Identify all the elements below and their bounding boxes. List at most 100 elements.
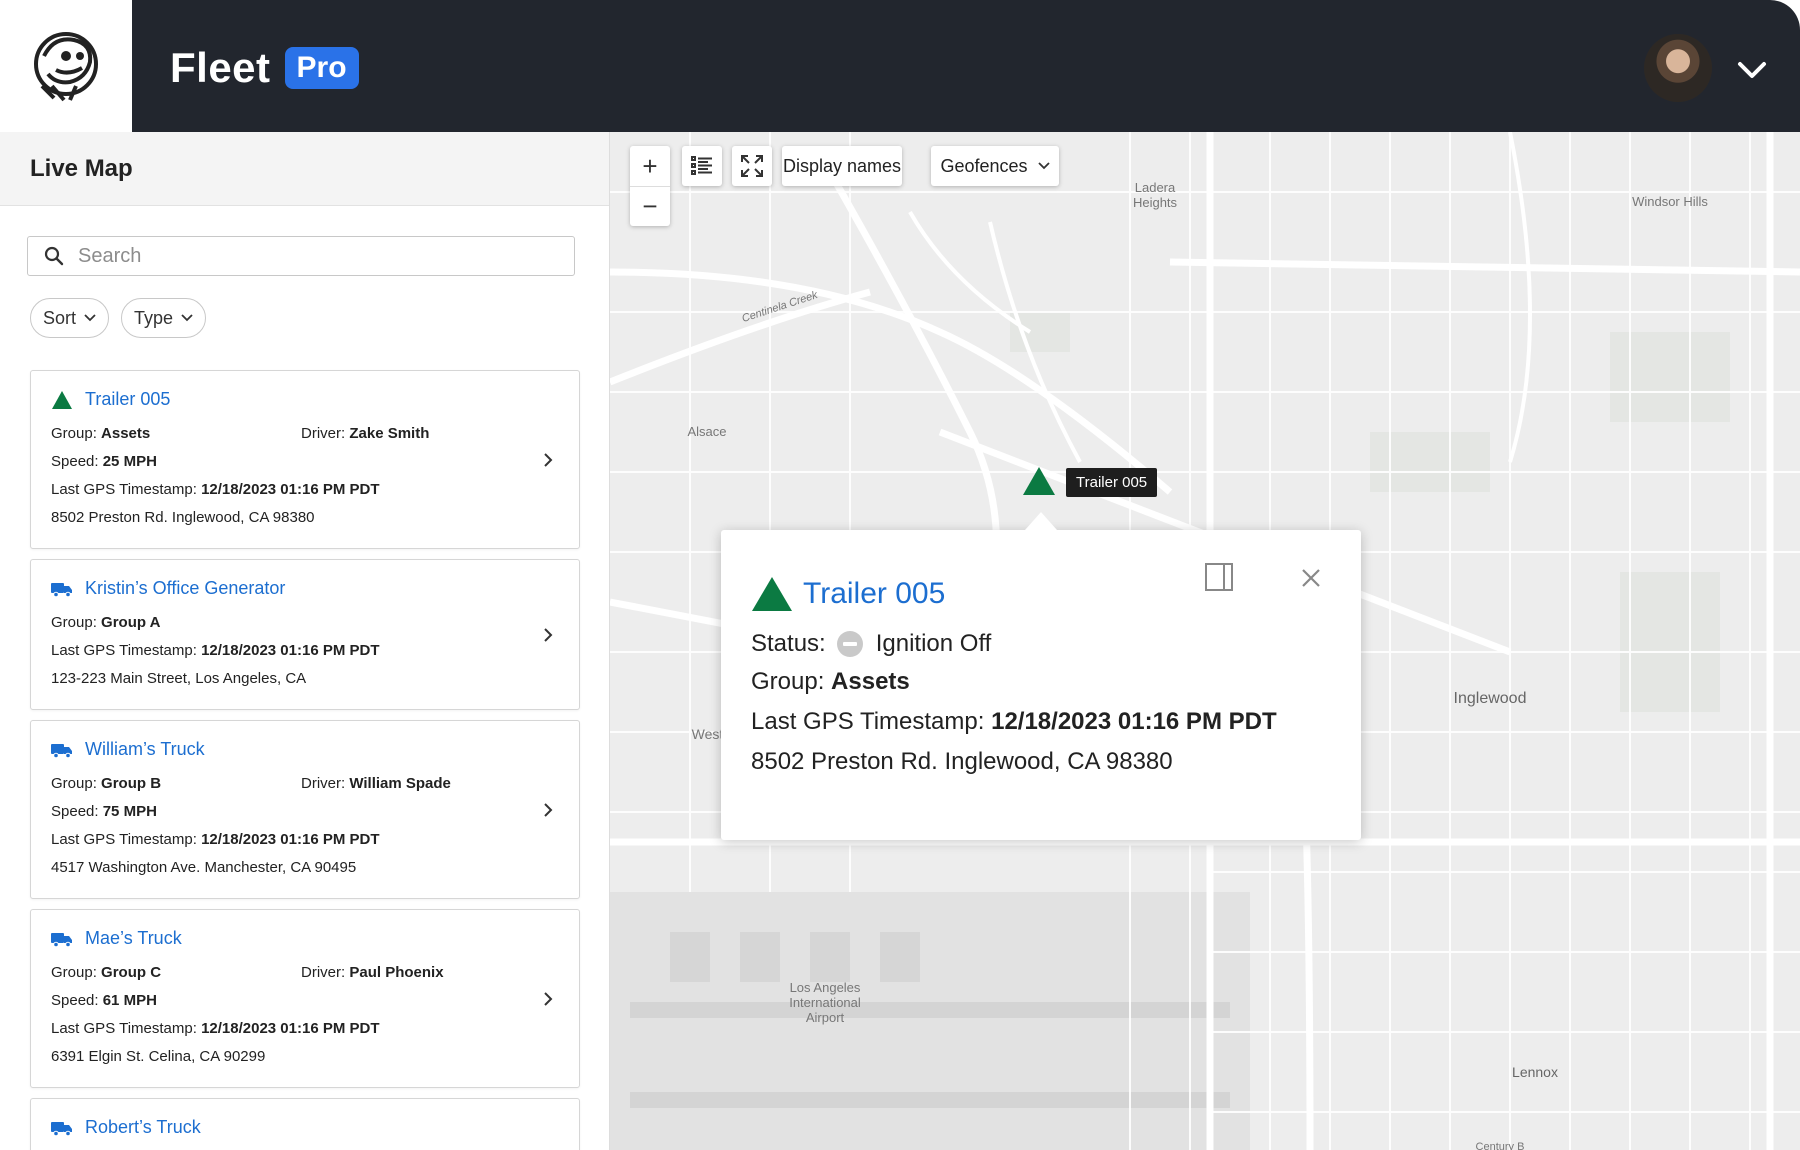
top-header: Fleet Pro: [0, 0, 1800, 132]
asset-name[interactable]: Mae’s Truck: [85, 928, 182, 949]
asset-card-title: William’s Truck: [51, 739, 559, 760]
asset-timestamp-row: Last GPS Timestamp: 12/18/2023 01:16 PM …: [51, 826, 559, 854]
trailer-triangle-icon: [52, 390, 72, 409]
asset-speed-row: Speed: 61 MPH: [51, 987, 559, 1015]
speed-value: 61 MPH: [102, 992, 157, 1009]
timestamp-label: Last GPS Timestamp:: [51, 642, 197, 659]
zoom-in-button[interactable]: +: [630, 146, 670, 186]
chevron-right-icon[interactable]: [543, 802, 553, 818]
group-label: Group:: [51, 425, 97, 442]
speed-value: 75 MPH: [102, 803, 157, 820]
asset-card[interactable]: Kristin’s Office Generator Group: Group …: [30, 559, 580, 710]
brand-name: Fleet: [170, 44, 271, 91]
chevron-right-icon[interactable]: [543, 452, 553, 468]
ignition-off-icon: [836, 631, 863, 657]
asset-card[interactable]: Mae’s Truck Group: Group C Driver: Paul …: [30, 909, 580, 1088]
truck-icon: [51, 932, 72, 947]
place-label: Alsace: [687, 424, 727, 439]
group-value: Assets: [831, 668, 910, 695]
group-value: Group A: [101, 614, 161, 631]
group-value: Group C: [101, 964, 162, 981]
popup-status-row: Status: Ignition Off: [751, 630, 991, 658]
brand: Fleet Pro: [170, 44, 359, 92]
driver-label: Driver:: [301, 425, 346, 442]
chevron-down-icon[interactable]: [1732, 50, 1772, 90]
asset-speed-row: Speed: 25 MPH: [51, 448, 559, 476]
geofences-dropdown[interactable]: Geofences: [931, 146, 1059, 186]
group-label: Group:: [51, 775, 97, 792]
asset-address: 4517 Washington Ave. Manchester, CA 9049…: [51, 859, 357, 876]
filter-bar: Sort Type: [30, 298, 207, 338]
page-title: Live Map: [30, 154, 133, 182]
driver-value: William Spade: [349, 775, 451, 792]
zoom-control: + −: [630, 146, 670, 226]
asset-card[interactable]: Robert’s Truck: [30, 1098, 580, 1150]
popup-asset-name[interactable]: Trailer 005: [803, 577, 945, 611]
chevron-down-icon: [84, 314, 96, 322]
timestamp-label: Last GPS Timestamp:: [51, 831, 197, 848]
timestamp-value: 12/18/2023 01:16 PM PDT: [201, 831, 380, 848]
type-dropdown[interactable]: Type: [121, 298, 207, 338]
popup-pointer: [1025, 512, 1057, 530]
driver-label: Driver:: [301, 775, 346, 792]
speed-label: Speed:: [51, 803, 99, 820]
zoom-out-button[interactable]: −: [630, 186, 670, 226]
asset-timestamp-row: Last GPS Timestamp: 12/18/2023 01:16 PM …: [51, 1015, 559, 1043]
timestamp-value: 12/18/2023 01:16 PM PDT: [201, 481, 380, 498]
place-label: Inglewood: [1453, 690, 1527, 707]
driver-label: Driver:: [301, 964, 346, 981]
user-avatar[interactable]: [1644, 34, 1712, 102]
chevron-down-icon: [181, 314, 193, 322]
chevron-down-icon: [1037, 162, 1050, 170]
marker-label[interactable]: Trailer 005: [1066, 468, 1158, 497]
asset-address: 123-223 Main Street, Los Angeles, CA: [51, 670, 307, 687]
popup-group-row: Group: Assets: [751, 668, 910, 696]
asset-card-title: Kristin’s Office Generator: [51, 578, 559, 599]
asset-info-popup: Trailer 005 Status: Ignition Off Group: …: [721, 512, 1361, 840]
search-icon: [44, 246, 64, 266]
search-input[interactable]: [78, 244, 538, 268]
chevron-right-icon[interactable]: [543, 627, 553, 643]
asset-name[interactable]: Robert’s Truck: [85, 1117, 201, 1138]
asset-group-row: Group: Group A: [51, 609, 559, 637]
mascot-logo-icon: [34, 32, 98, 102]
place-label: Century B: [1475, 1141, 1525, 1150]
truck-icon: [51, 1121, 72, 1136]
live-map[interactable]: Ladera Heights Windsor Hills Alsace Ingl…: [610, 132, 1800, 1150]
timestamp-label: Last GPS Timestamp:: [51, 481, 197, 498]
asset-timestamp-row: Last GPS Timestamp: 12/18/2023 01:16 PM …: [51, 476, 559, 504]
driver-value: Paul Phoenix: [349, 964, 444, 981]
company-logo[interactable]: [0, 0, 132, 132]
asset-group-driver-row: Group: Assets Driver: Zake Smith: [51, 420, 559, 448]
fullscreen-icon: [741, 155, 763, 177]
display-names-button[interactable]: Display names: [782, 146, 902, 186]
asset-name[interactable]: Kristin’s Office Generator: [85, 578, 285, 599]
speed-value: 25 MPH: [102, 453, 157, 470]
close-icon[interactable]: [1299, 566, 1323, 590]
truck-icon: [51, 582, 72, 597]
asset-name[interactable]: William’s Truck: [85, 739, 205, 760]
popup-title: Trailer 005: [751, 576, 945, 612]
asset-card-title: Trailer 005: [51, 389, 559, 410]
group-label: Group:: [51, 964, 97, 981]
asset-name[interactable]: Trailer 005: [85, 389, 170, 410]
asset-sidebar: Live Map Sort Type Tr: [0, 132, 610, 1150]
timestamp-value: 12/18/2023 01:16 PM PDT: [991, 708, 1277, 735]
list-view-button[interactable]: [682, 146, 722, 186]
group-label: Group:: [751, 668, 825, 695]
sort-dropdown[interactable]: Sort: [30, 298, 110, 338]
asset-card[interactable]: Trailer 005 Group: Assets Driver: Zake S…: [30, 370, 580, 549]
expand-panel-icon[interactable]: [1204, 562, 1234, 592]
asset-card-title: Mae’s Truck: [51, 928, 559, 949]
popup-address: 8502 Preston Rd. Inglewood, CA 98380: [751, 748, 1173, 775]
chevron-right-icon[interactable]: [543, 991, 553, 1007]
fullscreen-button[interactable]: [732, 146, 772, 186]
timestamp-value: 12/18/2023 01:16 PM PDT: [201, 642, 380, 659]
geofences-label: Geofences: [940, 155, 1028, 176]
trailer-marker-icon[interactable]: [1022, 466, 1056, 496]
asset-card[interactable]: William’s Truck Group: Group B Driver: W…: [30, 720, 580, 899]
asset-group-driver-row: Group: Group B Driver: William Spade: [51, 770, 559, 798]
speed-label: Speed:: [51, 992, 99, 1009]
place-label: Windsor Hills: [1632, 194, 1708, 209]
speed-label: Speed:: [51, 453, 99, 470]
